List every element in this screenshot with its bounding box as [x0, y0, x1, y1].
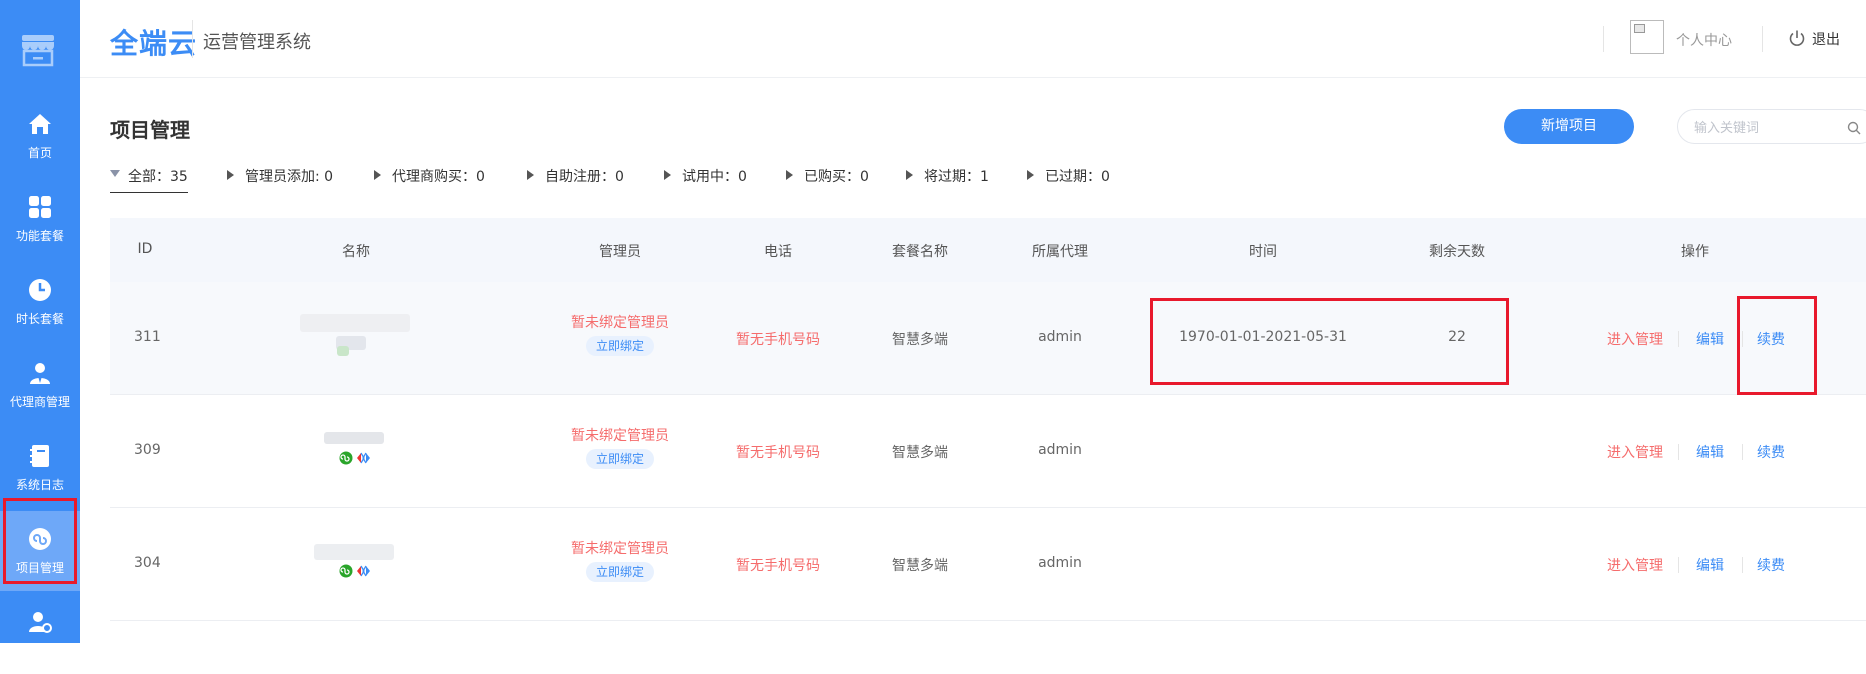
caret-down-icon — [110, 170, 120, 177]
table-row: 311 暂未绑定管理员 立即绑定 暂无手机号码 智慧多端 admin 1970-… — [110, 282, 1866, 395]
bind-admin-button[interactable]: 立即绑定 — [585, 336, 655, 356]
caret-right-icon — [664, 170, 671, 180]
add-project-button[interactable]: 新增项目 — [1504, 109, 1634, 144]
sidebar-item-home[interactable]: 首页 — [0, 96, 80, 176]
sidebar-item-label: 代理商管理 — [9, 395, 70, 409]
search-box — [1677, 109, 1866, 144]
caret-right-icon — [227, 170, 234, 180]
column-header: 剩余天数 — [1429, 244, 1485, 260]
edit-link[interactable]: 编辑 — [1696, 555, 1724, 575]
top-header: 全端云 运营管理系统 — [80, 0, 1866, 78]
enter-management-link[interactable]: 进入管理 — [1607, 442, 1663, 462]
divider — [1678, 444, 1679, 460]
bind-admin-button[interactable]: 立即绑定 — [585, 562, 655, 582]
search-input[interactable] — [1692, 118, 1836, 138]
admin-status: 暂未绑定管理员 — [571, 315, 669, 331]
caret-right-icon — [527, 170, 534, 180]
user-settings-icon — [29, 612, 52, 633]
sidebar-item-label: 首页 — [27, 146, 52, 160]
row-id: 304 — [134, 555, 161, 571]
agent-cell: admin — [1038, 442, 1082, 458]
column-header: 时间 — [1249, 244, 1277, 260]
home-icon — [29, 114, 51, 134]
enter-management-link[interactable]: 进入管理 — [1607, 329, 1663, 349]
table-header: ID 名称 管理员 电话 套餐名称 所属代理 时间 剩余天数 操作 — [110, 218, 1866, 282]
caret-right-icon — [786, 170, 793, 180]
divider — [1742, 557, 1743, 573]
agent-icon — [30, 363, 50, 384]
row-id: 309 — [134, 442, 161, 458]
personal-center-link[interactable]: 个人中心 — [1676, 30, 1732, 50]
divider — [192, 20, 193, 58]
project-name-blurred — [300, 314, 410, 332]
caret-right-icon — [1027, 170, 1034, 180]
package-cell: 智慧多端 — [892, 558, 948, 574]
platform-icons — [339, 564, 370, 578]
package-cell: 智慧多端 — [892, 332, 948, 348]
highlight-box-nav — [3, 498, 77, 584]
divider — [1762, 26, 1763, 52]
divider — [1742, 444, 1743, 460]
grid-icon — [29, 196, 51, 218]
sidebar-item-label: 时长套餐 — [15, 312, 64, 326]
divider — [1603, 26, 1604, 52]
platform-icons — [339, 451, 370, 465]
edit-link[interactable]: 编辑 — [1696, 329, 1724, 349]
avatar[interactable] — [1630, 20, 1664, 54]
phone-cell: 暂无手机号码 — [736, 558, 820, 574]
agent-cell: admin — [1038, 329, 1082, 345]
filter-all[interactable]: 全部：35 全部：35 — [110, 166, 188, 193]
table-row: 309 暂未绑定管理员 立即绑定 暂无手机号码 智慧多端 admin 进入管理 … — [110, 395, 1866, 508]
store-logo-icon — [20, 33, 56, 67]
logout-link[interactable]: 退出 — [1812, 29, 1840, 49]
sidebar-item-duration-packages[interactable]: 时长套餐 — [0, 262, 80, 342]
sidebar-item-label: 功能套餐 — [15, 229, 64, 243]
sidebar-item-user-management[interactable]: 用户管理 — [0, 594, 80, 674]
phone-cell: 暂无手机号码 — [736, 332, 820, 348]
table-row: 304 暂未绑定管理员 立即绑定 暂无手机号码 智慧多端 admin 进入管理 … — [110, 508, 1866, 621]
divider — [1678, 557, 1679, 573]
column-header: 操作 — [1681, 244, 1709, 260]
caret-right-icon — [374, 170, 381, 180]
renew-link[interactable]: 续费 — [1757, 555, 1785, 575]
project-logo-blurred — [337, 346, 349, 356]
power-icon[interactable] — [1788, 29, 1806, 47]
package-cell: 智慧多端 — [892, 445, 948, 461]
sidebar-item-system-log[interactable]: 系统日志 — [0, 428, 80, 508]
column-header: 电话 — [764, 244, 792, 260]
project-name-blurred — [324, 432, 384, 444]
column-header: 名称 — [342, 244, 370, 260]
sidebar-item-agent-management[interactable]: 代理商管理 — [0, 345, 80, 425]
column-header: ID — [137, 241, 153, 257]
enter-management-link[interactable]: 进入管理 — [1607, 555, 1663, 575]
phone-cell: 暂无手机号码 — [736, 445, 820, 461]
sidebar-item-label: 用户管理 — [15, 644, 64, 658]
agent-cell: admin — [1038, 555, 1082, 571]
column-header: 管理员 — [599, 244, 641, 260]
sidebar-item-label: 系统日志 — [15, 478, 64, 492]
clock-icon — [29, 279, 51, 301]
highlight-box-renew — [1737, 296, 1817, 395]
search-icon[interactable] — [1847, 121, 1861, 135]
admin-status: 暂未绑定管理员 — [571, 428, 669, 444]
caret-right-icon — [906, 170, 913, 180]
log-book-icon — [30, 445, 49, 467]
brand-logo-text: 全端云 — [110, 27, 198, 60]
edit-link[interactable]: 编辑 — [1696, 442, 1724, 462]
column-header: 套餐名称 — [892, 244, 948, 260]
highlight-box-time — [1150, 298, 1509, 385]
bind-admin-button[interactable]: 立即绑定 — [585, 449, 655, 469]
project-name-blurred — [314, 544, 394, 560]
column-header: 所属代理 — [1032, 244, 1088, 260]
row-id: 311 — [134, 329, 161, 345]
renew-link[interactable]: 续费 — [1757, 442, 1785, 462]
page-title: 项目管理 — [110, 118, 190, 142]
divider — [1678, 331, 1679, 347]
system-name: 运营管理系统 — [203, 32, 311, 53]
admin-status: 暂未绑定管理员 — [571, 541, 669, 557]
sidebar-item-feature-packages[interactable]: 功能套餐 — [0, 179, 80, 259]
